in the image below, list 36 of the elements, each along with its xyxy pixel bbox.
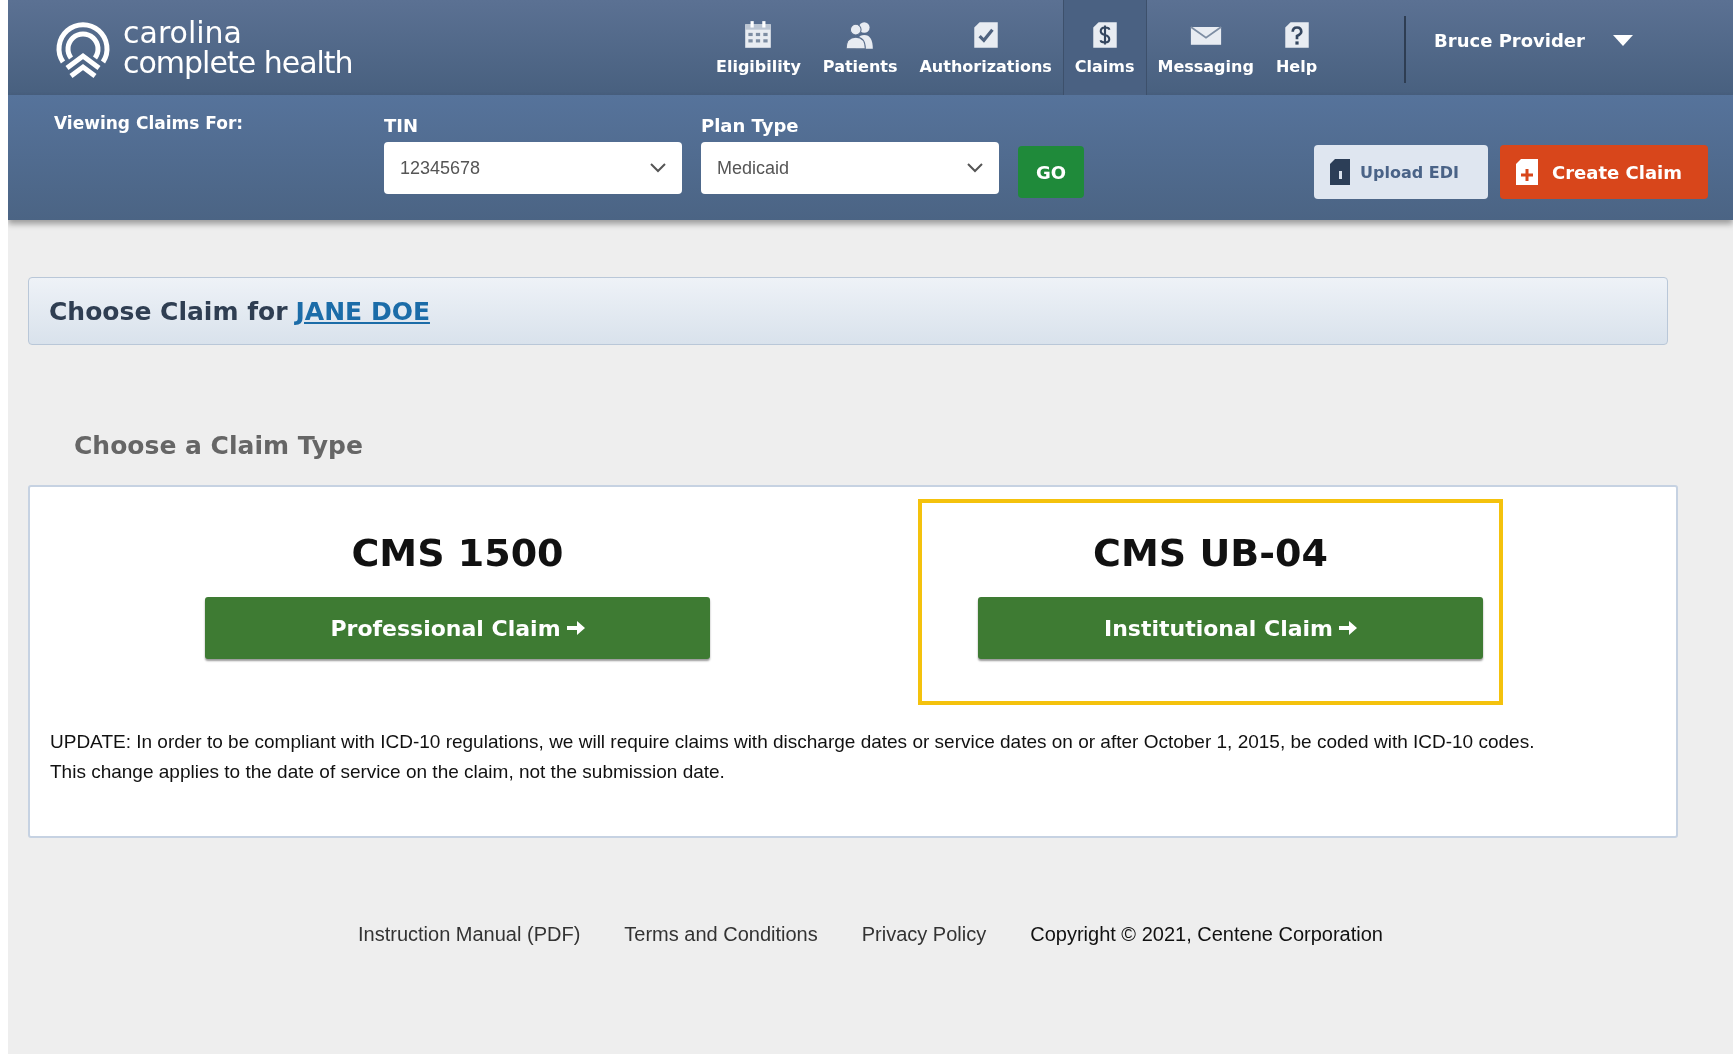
upload-edi-button[interactable]: Upload EDI	[1314, 145, 1488, 199]
nav-tab[interactable]: Patients	[811, 0, 909, 95]
user-menu[interactable]: Bruce Provider	[1434, 0, 1633, 95]
footer-link[interactable]: Terms and Conditions	[624, 923, 818, 946]
nav-tab[interactable]: Claims	[1062, 0, 1147, 95]
claim-button[interactable]: Institutional Claim	[978, 597, 1483, 659]
add-document-icon	[1516, 159, 1538, 185]
field-label: TIN	[384, 115, 420, 136]
nav-tab[interactable]: Authorizations	[908, 0, 1063, 95]
tin-dropdown[interactable]: 12345678	[384, 142, 682, 194]
claim-type-title: CMS 1500	[351, 531, 564, 575]
caret-icon	[1612, 34, 1633, 47]
patient-link[interactable]: JANE DOE	[295, 296, 430, 326]
arrow-icon	[566, 621, 585, 635]
claim-type-title: CMS UB-04	[1093, 531, 1328, 575]
claim-button[interactable]: Professional Claim	[205, 597, 710, 659]
update-notice: UPDATE: In order to be compliant with ICD-10 regulations, we will require claims with discharge dates or service dates on or after October 1, 2015, be coded with ICD-10 codes. This change applies to the date of service on the claim, not the submission date.	[50, 730, 1536, 784]
logo-text: complete health	[123, 47, 353, 78]
section-title: Choose a Claim Type	[74, 431, 364, 462]
copyright-text: Copyright © 2021, Centene Corporation	[1030, 923, 1383, 946]
nav-tab[interactable]: Messaging	[1146, 0, 1265, 95]
create-claim-button[interactable]: Create Claim	[1500, 145, 1708, 199]
chevron-icon	[650, 163, 666, 173]
footer-link[interactable]: Instruction Manual (PDF)	[358, 923, 581, 946]
plan-type-dropdown[interactable]: Medicaid	[701, 142, 999, 194]
logo-text: carolina	[123, 17, 243, 48]
arrow-icon	[1339, 621, 1358, 635]
nav-tab[interactable]: Eligibility	[705, 0, 812, 95]
footer-link[interactable]: Privacy Policy	[861, 923, 987, 946]
go-button[interactable]: GO	[1018, 146, 1084, 198]
document-icon	[1330, 159, 1350, 185]
nav-tab[interactable]: Help	[1264, 0, 1329, 95]
banner-title: Choose Claim for	[49, 296, 288, 326]
filter-label: Viewing Claims For:	[54, 113, 245, 133]
chevron-icon	[967, 163, 983, 173]
field-label: Plan Type	[701, 115, 800, 136]
